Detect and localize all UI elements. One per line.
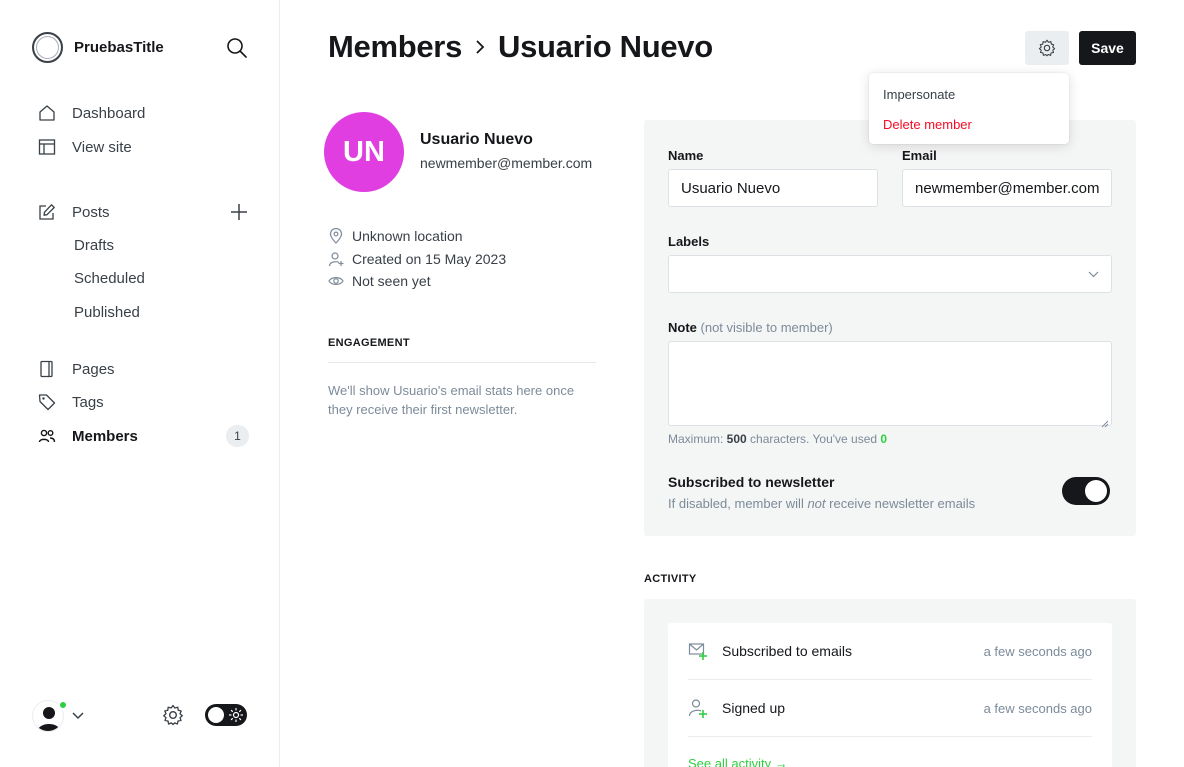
engagement-divider <box>328 362 596 363</box>
nav-view-site[interactable]: View site <box>37 136 132 158</box>
home-icon <box>37 103 57 123</box>
layout-icon <box>37 137 57 157</box>
created-text: Created on 15 May 2023 <box>352 251 507 267</box>
location-pin-icon <box>328 228 344 244</box>
newsletter-title: Subscribed to newsletter <box>668 474 835 490</box>
delete-member-menu-item[interactable]: Delete member <box>883 117 972 132</box>
activity-divider <box>688 679 1092 680</box>
chevron-down-icon <box>72 712 84 720</box>
activity-label: Subscribed to emails <box>722 643 852 659</box>
chevron-down-icon <box>1088 271 1099 278</box>
online-status-dot <box>58 700 68 710</box>
engagement-heading: ENGAGEMENT <box>328 337 410 349</box>
nav-dashboard-label: Dashboard <box>72 104 146 122</box>
breadcrumb-members-link[interactable]: Members <box>328 29 462 65</box>
nav-tags-label: Tags <box>72 393 104 411</box>
nav-members-label: Members <box>72 427 138 445</box>
note-textarea[interactable] <box>668 341 1112 428</box>
toggle-knob <box>1085 480 1107 502</box>
resize-grip-icon[interactable] <box>1101 415 1109 428</box>
impersonate-menu-item[interactable]: Impersonate <box>883 87 955 102</box>
newsletter-description: If disabled, member will not receive new… <box>668 496 975 511</box>
note-label: Note (not visible to member) <box>668 320 833 335</box>
user-add-icon <box>328 251 344 267</box>
newsletter-desc-part2: receive newsletter emails <box>825 496 976 511</box>
members-icon <box>37 426 57 446</box>
save-button[interactable]: Save <box>1079 31 1136 65</box>
email-input[interactable]: newmember@member.com <box>902 169 1112 207</box>
member-actions-button[interactable] <box>1025 31 1069 65</box>
settings-gear-icon[interactable] <box>162 704 184 726</box>
counter-prefix: Maximum: <box>668 432 727 446</box>
location-text: Unknown location <box>352 228 463 244</box>
labels-select[interactable] <box>668 255 1112 293</box>
nav-published[interactable]: Published <box>74 304 140 321</box>
eye-icon <box>328 273 344 289</box>
name-input[interactable]: Usuario Nuevo <box>668 169 878 207</box>
note-label-text: Note <box>668 320 697 335</box>
counter-middle: characters. You've used <box>746 432 881 446</box>
nav-scheduled[interactable]: Scheduled <box>74 270 145 287</box>
members-count-badge: 1 <box>226 425 249 447</box>
activity-label: Signed up <box>722 700 786 716</box>
note-hint: (not visible to member) <box>700 320 833 335</box>
member-name: Usuario Nuevo <box>420 131 533 148</box>
nav-members[interactable]: Members <box>37 425 138 447</box>
newsletter-toggle[interactable] <box>1062 477 1110 505</box>
nav-posts-label: Posts <box>72 203 110 221</box>
email-label: Email <box>902 148 937 163</box>
breadcrumb: Members Usuario Nuevo <box>328 29 713 65</box>
pages-icon <box>37 359 57 379</box>
dark-mode-toggle[interactable] <box>205 704 247 726</box>
brand-logo-icon <box>32 32 63 63</box>
activity-item: Signed up a few seconds ago <box>688 697 1092 719</box>
nav-tags[interactable]: Tags <box>37 391 104 413</box>
counter-used: 0 <box>880 432 888 446</box>
nav-pages[interactable]: Pages <box>37 358 115 380</box>
note-character-counter: Maximum: 500 characters. You've used 0 <box>668 432 887 446</box>
name-label: Name <box>668 148 704 163</box>
user-plus-icon <box>688 698 708 718</box>
activity-item: Subscribed to emails a few seconds ago <box>688 640 1092 662</box>
see-all-activity-link[interactable]: See all activity → <box>688 756 788 767</box>
new-post-plus-icon[interactable] <box>229 202 249 222</box>
email-plus-icon <box>688 641 708 661</box>
member-location: Unknown location <box>328 228 463 244</box>
tag-icon <box>37 392 57 412</box>
sun-icon <box>228 707 244 723</box>
member-actions-menu: Impersonate Delete member <box>869 73 1069 144</box>
engagement-text: We'll show Usuario's email stats here on… <box>328 383 575 417</box>
last-seen-text: Not seen yet <box>352 273 431 289</box>
nav-drafts[interactable]: Drafts <box>74 237 114 254</box>
newsletter-desc-part1: If disabled, member will <box>668 496 808 511</box>
search-icon[interactable] <box>226 37 248 59</box>
counter-max: 500 <box>726 432 747 446</box>
chevron-right-icon <box>474 39 486 55</box>
gear-icon <box>1038 39 1056 57</box>
labels-label: Labels <box>668 234 710 249</box>
toggle-knob <box>208 707 224 723</box>
member-created: Created on 15 May 2023 <box>328 251 506 267</box>
newsletter-desc-em: not <box>807 496 826 511</box>
member-avatar: UN <box>324 112 404 192</box>
member-last-seen: Not seen yet <box>328 273 431 289</box>
activity-time: a few seconds ago <box>983 700 1092 716</box>
brand[interactable]: PruebasTitle <box>32 32 164 63</box>
nav-dashboard[interactable]: Dashboard <box>37 102 145 124</box>
activity-divider <box>688 736 1092 737</box>
edit-icon <box>37 202 57 222</box>
activity-heading: ACTIVITY <box>644 573 697 585</box>
nav-posts[interactable]: Posts <box>37 201 110 223</box>
page-title: Usuario Nuevo <box>498 29 713 64</box>
sidebar: PruebasTitle Dashboard View site Posts D… <box>0 0 280 767</box>
nav-pages-label: Pages <box>72 360 115 378</box>
nav-view-site-label: View site <box>72 138 132 156</box>
member-email: newmember@member.com <box>420 155 593 171</box>
activity-time: a few seconds ago <box>983 643 1092 659</box>
brand-title: PruebasTitle <box>74 39 164 56</box>
